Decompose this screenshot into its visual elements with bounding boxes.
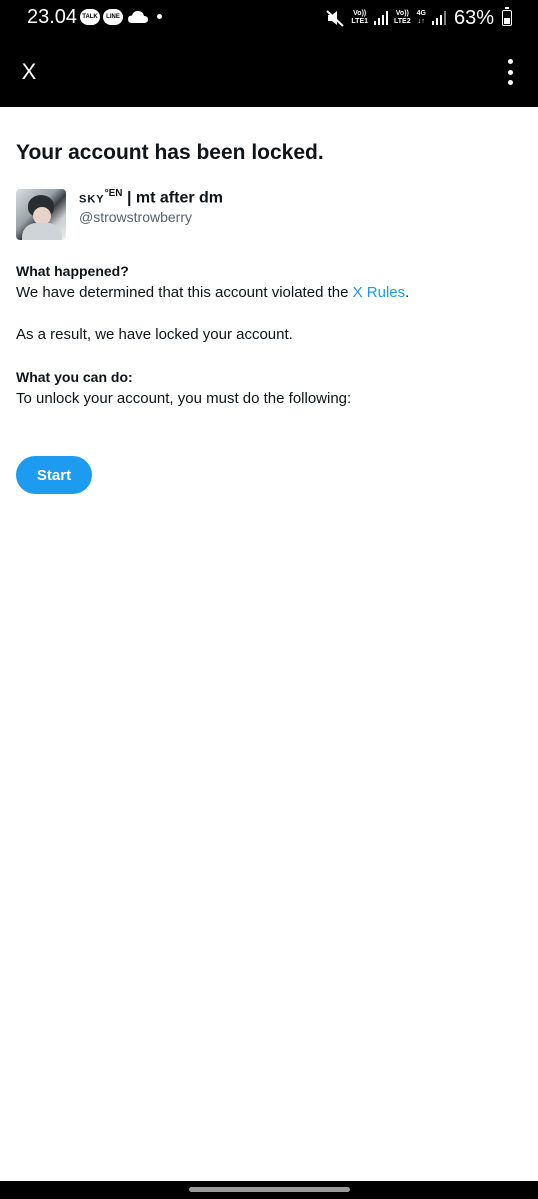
more-vertical-icon (507, 59, 513, 64)
main-content: Your account has been locked. SKY°EN | m… (0, 107, 538, 1181)
system-nav-bar (0, 1181, 538, 1199)
sim1-network-label: Vo)) LTE1 (351, 10, 369, 25)
account-handle: @strowstrowberry (79, 209, 193, 225)
status-time: 23.04 (27, 6, 78, 28)
avatar (16, 189, 66, 240)
line-notification-icon: LINE (103, 9, 123, 25)
battery-percent: 63% (453, 6, 494, 29)
close-button[interactable]: X (16, 58, 42, 86)
status-right-cluster: Vo)) LTE1 Vo)) LTE2 4G ↓↑ 63% (325, 4, 512, 32)
battery-icon (502, 7, 512, 26)
what-happened-heading: What happened? (16, 263, 129, 279)
cloud-icon (128, 11, 148, 23)
sim1-signal-icon (374, 11, 389, 25)
more-options-button[interactable] (500, 58, 520, 86)
what-happened-text: We have determined that this account vio… (16, 284, 410, 301)
page-title: Your account has been locked. (16, 141, 324, 164)
what-you-can-do-heading: What you can do: (16, 369, 133, 385)
status-bar: 23.04 TALK LINE Vo)) LTE1 Vo)) LTE2 4G ↓… (0, 0, 538, 36)
account-display-name: SKY°EN | mt after dm (79, 188, 224, 207)
kakaotalk-notification-icon: TALK (80, 9, 100, 25)
data-type-label: 4G ↓↑ (416, 10, 426, 25)
home-gesture-handle[interactable] (189, 1187, 350, 1192)
close-icon: X (21, 59, 37, 84)
sim2-network-label: Vo)) LTE2 (394, 10, 411, 25)
app-bar: X (0, 36, 538, 107)
mute-icon (326, 10, 345, 27)
sim2-signal-icon (431, 11, 446, 25)
result-text: As a result, we have locked your account… (16, 326, 293, 343)
what-you-can-do-text: To unlock your account, you must do the … (16, 390, 352, 407)
start-button[interactable]: Start (16, 456, 92, 494)
x-rules-link[interactable]: X Rules (353, 284, 406, 301)
more-notifications-dot-icon (157, 14, 162, 19)
